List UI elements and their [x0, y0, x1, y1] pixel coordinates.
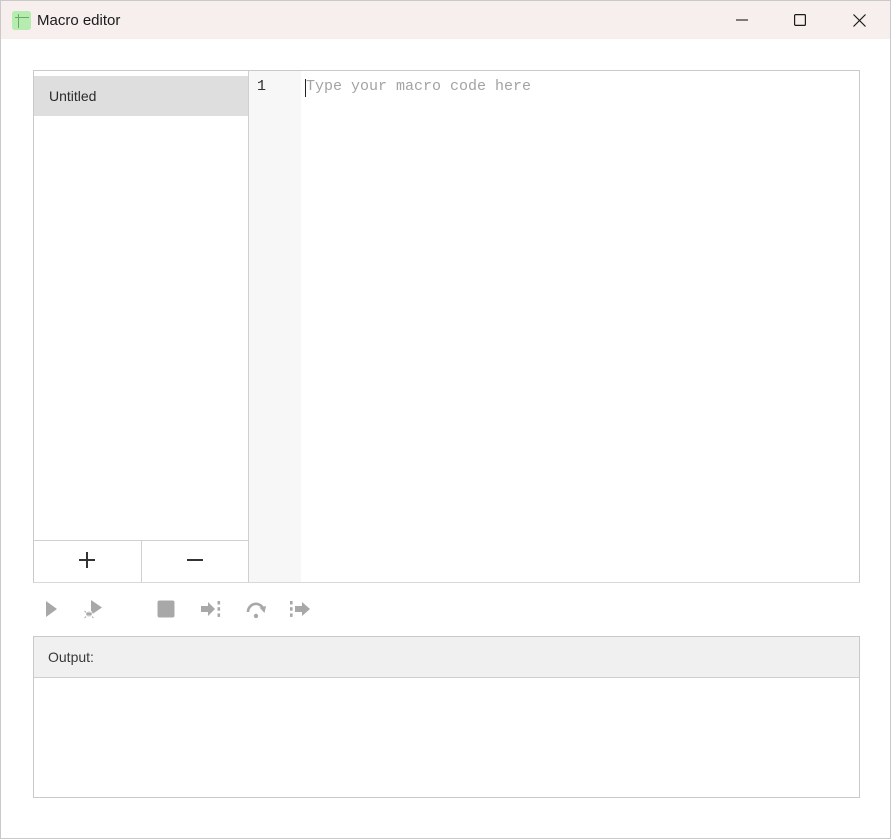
step-over-icon	[244, 599, 268, 619]
step-out-icon	[289, 600, 313, 618]
macro-workspace: Untitled 1 Type your macro code here	[33, 70, 860, 583]
code-editor[interactable]: 1 Type your macro code here	[249, 71, 859, 582]
debug-run-button[interactable]	[78, 593, 110, 625]
macro-list: Untitled	[34, 71, 249, 583]
macro-list-item[interactable]: Untitled	[34, 76, 248, 116]
step-out-button[interactable]	[285, 593, 317, 625]
plus-icon	[78, 549, 96, 575]
text-caret	[305, 79, 306, 97]
maximize-button[interactable]	[771, 1, 829, 39]
workspace-divider	[34, 582, 860, 583]
window-title: Macro editor	[37, 12, 121, 29]
run-button[interactable]	[35, 593, 67, 625]
add-macro-button[interactable]	[34, 541, 142, 583]
stop-icon	[157, 600, 175, 618]
output-panel: Output:	[33, 636, 860, 798]
play-icon	[42, 600, 60, 618]
maximize-icon	[794, 14, 806, 26]
code-input[interactable]: Type your macro code here	[305, 78, 846, 98]
title-bar[interactable]: Macro editor	[1, 1, 890, 39]
output-console[interactable]	[34, 678, 859, 797]
step-into-icon	[200, 600, 222, 618]
macro-list-buttons	[34, 540, 248, 583]
close-icon	[852, 13, 866, 27]
minus-icon	[186, 549, 204, 575]
minimize-button[interactable]	[713, 1, 771, 39]
spreadsheet-icon	[12, 11, 31, 30]
line-number: 1	[257, 78, 267, 95]
line-number-gutter: 1	[249, 71, 301, 582]
macro-toolbar	[34, 593, 434, 625]
close-button[interactable]	[830, 1, 888, 39]
step-over-button[interactable]	[240, 593, 272, 625]
minimize-icon	[736, 14, 748, 26]
code-placeholder: Type your macro code here	[306, 78, 532, 95]
stop-button[interactable]	[150, 593, 182, 625]
debug-run-icon	[83, 598, 105, 620]
macro-editor-window: Macro editor Untitled 1 Type your macro …	[0, 0, 891, 839]
output-label: Output:	[34, 637, 859, 678]
remove-macro-button[interactable]	[142, 541, 249, 583]
step-into-button[interactable]	[195, 593, 227, 625]
